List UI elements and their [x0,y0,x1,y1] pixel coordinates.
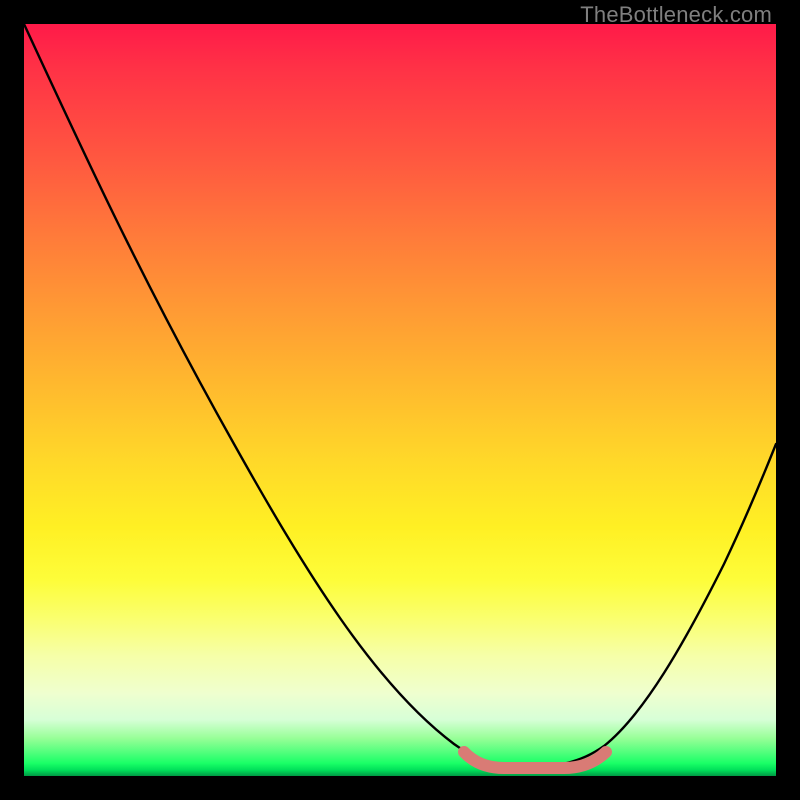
chart-svg [24,24,776,776]
watermark-text: TheBottleneck.com [580,4,772,26]
chart-frame: TheBottleneck.com [0,0,800,800]
optimal-range-marker [464,752,606,768]
bottleneck-curve [24,24,776,767]
chart-plot-area [24,24,776,776]
